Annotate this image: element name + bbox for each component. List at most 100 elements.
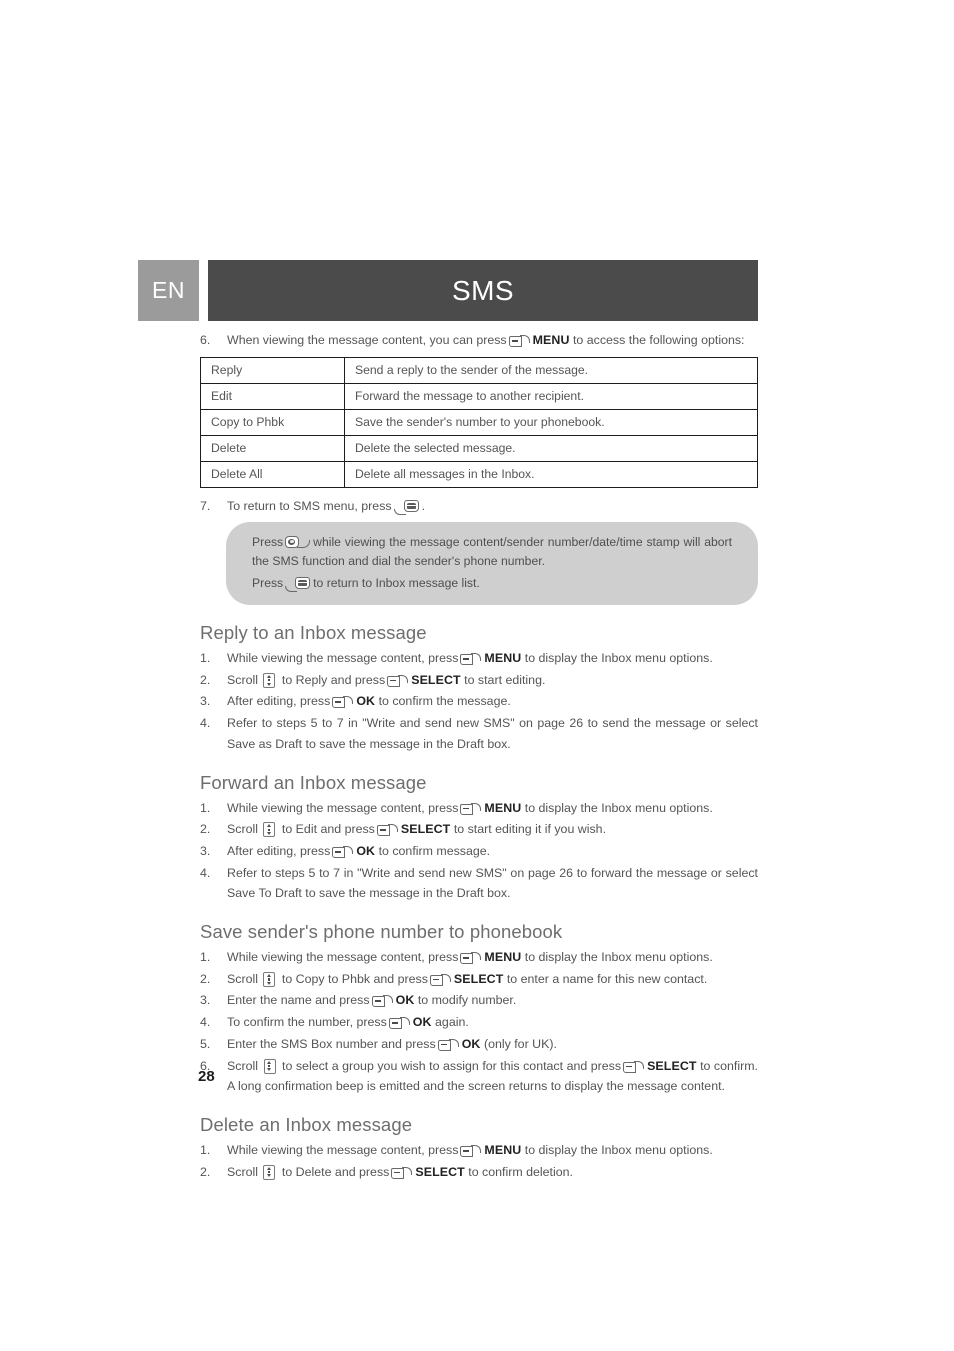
table-row: Reply Send a reply to the sender of the … bbox=[200, 357, 758, 384]
intro-step-key-label: MENU bbox=[532, 333, 570, 347]
option-description: Forward the message to another recipient… bbox=[344, 383, 758, 410]
page-title: SMS bbox=[452, 274, 514, 306]
step-text-a: After editing, press bbox=[227, 843, 331, 858]
soft-key-icon bbox=[623, 1060, 645, 1074]
step-text-b: to enter a name for this new contact. bbox=[506, 971, 708, 986]
option-description: Delete all messages in the Inbox. bbox=[344, 461, 758, 488]
steps-list-delete: 1. While viewing the message content, pre… bbox=[200, 1140, 758, 1182]
list-item: 2. Scroll to Delete and press SELECT to co… bbox=[200, 1162, 758, 1183]
list-item: 3. After editing, press OK to confirm the … bbox=[200, 691, 758, 712]
page-header: EN SMS bbox=[138, 260, 758, 321]
soft-key-icon bbox=[332, 696, 354, 709]
section-title-bar: SMS bbox=[208, 260, 758, 321]
step-number: 2. bbox=[200, 1164, 211, 1179]
step-text-b: to confirm message. bbox=[378, 843, 491, 858]
sms-options-table: Reply Send a reply to the sender of the … bbox=[200, 357, 758, 488]
language-tab-label: EN bbox=[152, 277, 185, 303]
table-row: Delete Delete the selected message. bbox=[200, 435, 758, 462]
step-number: 1. bbox=[200, 950, 211, 965]
step-7-text-before: To return to SMS menu, press bbox=[227, 499, 392, 513]
soft-key-icon bbox=[460, 952, 482, 965]
step-number: 4. bbox=[200, 865, 211, 880]
option-name: Delete bbox=[200, 435, 345, 462]
list-item: 6. Scroll to select a group you wish to a… bbox=[200, 1056, 758, 1097]
step-text-b: to modify number. bbox=[417, 993, 517, 1008]
step-7-number: 7. bbox=[200, 499, 211, 513]
note-line-1-before: Press bbox=[252, 535, 284, 549]
step-text-mid: to Copy to Phbk and press bbox=[281, 971, 428, 986]
step-key-label: MENU bbox=[484, 1142, 522, 1157]
step-text-a: Scroll bbox=[227, 1058, 258, 1073]
step-key-label: SELECT bbox=[415, 1164, 465, 1179]
soft-key-icon bbox=[387, 674, 409, 688]
step-text-a: Enter the name and press bbox=[227, 993, 370, 1008]
step-key-label: OK bbox=[461, 1036, 481, 1051]
intro-step: 6. When viewing the message content, you … bbox=[200, 330, 758, 350]
page-content: 6. When viewing the message content, you … bbox=[200, 330, 758, 1183]
step-text-a: To confirm the number, press bbox=[227, 1015, 387, 1030]
step-key-label: OK bbox=[412, 1015, 432, 1030]
step-number: 1. bbox=[200, 800, 211, 815]
option-name: Copy to Phbk bbox=[200, 409, 345, 436]
step-number: 1. bbox=[200, 1142, 211, 1157]
step-text-a: While viewing the message content, press bbox=[227, 950, 459, 965]
section-heading-save-number: Save sender's phone number to phonebook bbox=[200, 921, 563, 943]
step-text-a: Scroll bbox=[227, 971, 258, 986]
scroll-key-icon bbox=[263, 822, 276, 838]
scroll-key-icon bbox=[263, 971, 276, 987]
step-key-label: SELECT bbox=[647, 1058, 697, 1073]
soft-key-icon bbox=[437, 1038, 459, 1052]
manual-page: EN SMS 6. When viewing the message conten… bbox=[0, 0, 954, 1351]
list-item: 1. While viewing the message content, pre… bbox=[200, 947, 758, 968]
step-key-label: SELECT bbox=[400, 822, 451, 837]
step-key-label: SELECT bbox=[453, 971, 504, 986]
language-tab: EN bbox=[138, 260, 199, 321]
step-number: 3. bbox=[200, 694, 211, 709]
soft-key-icon bbox=[460, 653, 482, 666]
step-number: 3. bbox=[200, 993, 211, 1008]
step-text-b: to confirm deletion. bbox=[468, 1164, 573, 1179]
sms-options-table-body: Reply Send a reply to the sender of the … bbox=[200, 357, 758, 488]
steps-list-forward: 1. While viewing the message content, pre… bbox=[200, 798, 758, 905]
step-key-label: OK bbox=[395, 993, 415, 1008]
step-number: 4. bbox=[200, 716, 211, 731]
section-heading-forward: Forward an Inbox message bbox=[200, 771, 427, 793]
list-item: 5. Enter the SMS Box number and press OK (… bbox=[200, 1034, 758, 1055]
step-key-label: OK bbox=[356, 843, 376, 858]
step-text-mid: to Edit and press bbox=[281, 822, 375, 837]
step-text-b: to display the Inbox menu options. bbox=[524, 1142, 713, 1157]
end-call-key-icon bbox=[285, 577, 311, 592]
step-text-a: While viewing the message content, press bbox=[227, 800, 459, 815]
step-text-b: to start editing it if you wish. bbox=[453, 822, 607, 837]
step-text-b: (only for UK). bbox=[483, 1036, 557, 1051]
list-item: 2. Scroll to Copy to Phbk and press SELECT… bbox=[200, 969, 758, 990]
list-item: 1. While viewing the message content, pre… bbox=[200, 648, 758, 669]
note-line-2-after: to return to Inbox message list. bbox=[313, 576, 480, 590]
step-7: 7. To return to SMS menu, press. bbox=[200, 496, 758, 516]
step-key-label: MENU bbox=[484, 651, 522, 665]
step-7-text-after: . bbox=[421, 499, 426, 513]
scroll-key-icon bbox=[263, 672, 276, 688]
step-text-a: Scroll bbox=[227, 672, 258, 687]
intro-step-text-before: When viewing the message content, you ca… bbox=[227, 333, 507, 347]
soft-key-icon bbox=[332, 845, 354, 859]
scroll-key-icon bbox=[263, 1164, 276, 1180]
scroll-key-icon bbox=[263, 1058, 276, 1074]
soft-key-icon bbox=[429, 973, 451, 987]
step-text-mid: to select a group you wish to assign for… bbox=[282, 1058, 622, 1073]
table-row: Edit Forward the message to another reci… bbox=[200, 383, 758, 410]
soft-key-icon bbox=[371, 995, 393, 1008]
list-item: 4. Refer to steps 5 to 7 in "Write and se… bbox=[200, 863, 758, 904]
step-text-a: Refer to steps 5 to 7 in "Write and send… bbox=[227, 716, 758, 751]
soft-key-icon bbox=[460, 802, 482, 816]
list-item: 3. Enter the name and press OK to modify n… bbox=[200, 990, 758, 1011]
step-number: 4. bbox=[200, 1015, 211, 1030]
step-text-a: Scroll bbox=[227, 1164, 258, 1179]
steps-list-reply: 1. While viewing the message content, pre… bbox=[200, 648, 758, 755]
step-text-a: Refer to steps 5 to 7 in "Write and send… bbox=[227, 865, 758, 901]
step-number: 2. bbox=[200, 672, 211, 687]
list-item: 4. To confirm the number, press OK again. bbox=[200, 1012, 758, 1033]
option-description: Delete the selected message. bbox=[344, 435, 758, 462]
soft-key-icon bbox=[460, 1144, 482, 1158]
option-description: Send a reply to the sender of the messag… bbox=[344, 357, 758, 384]
